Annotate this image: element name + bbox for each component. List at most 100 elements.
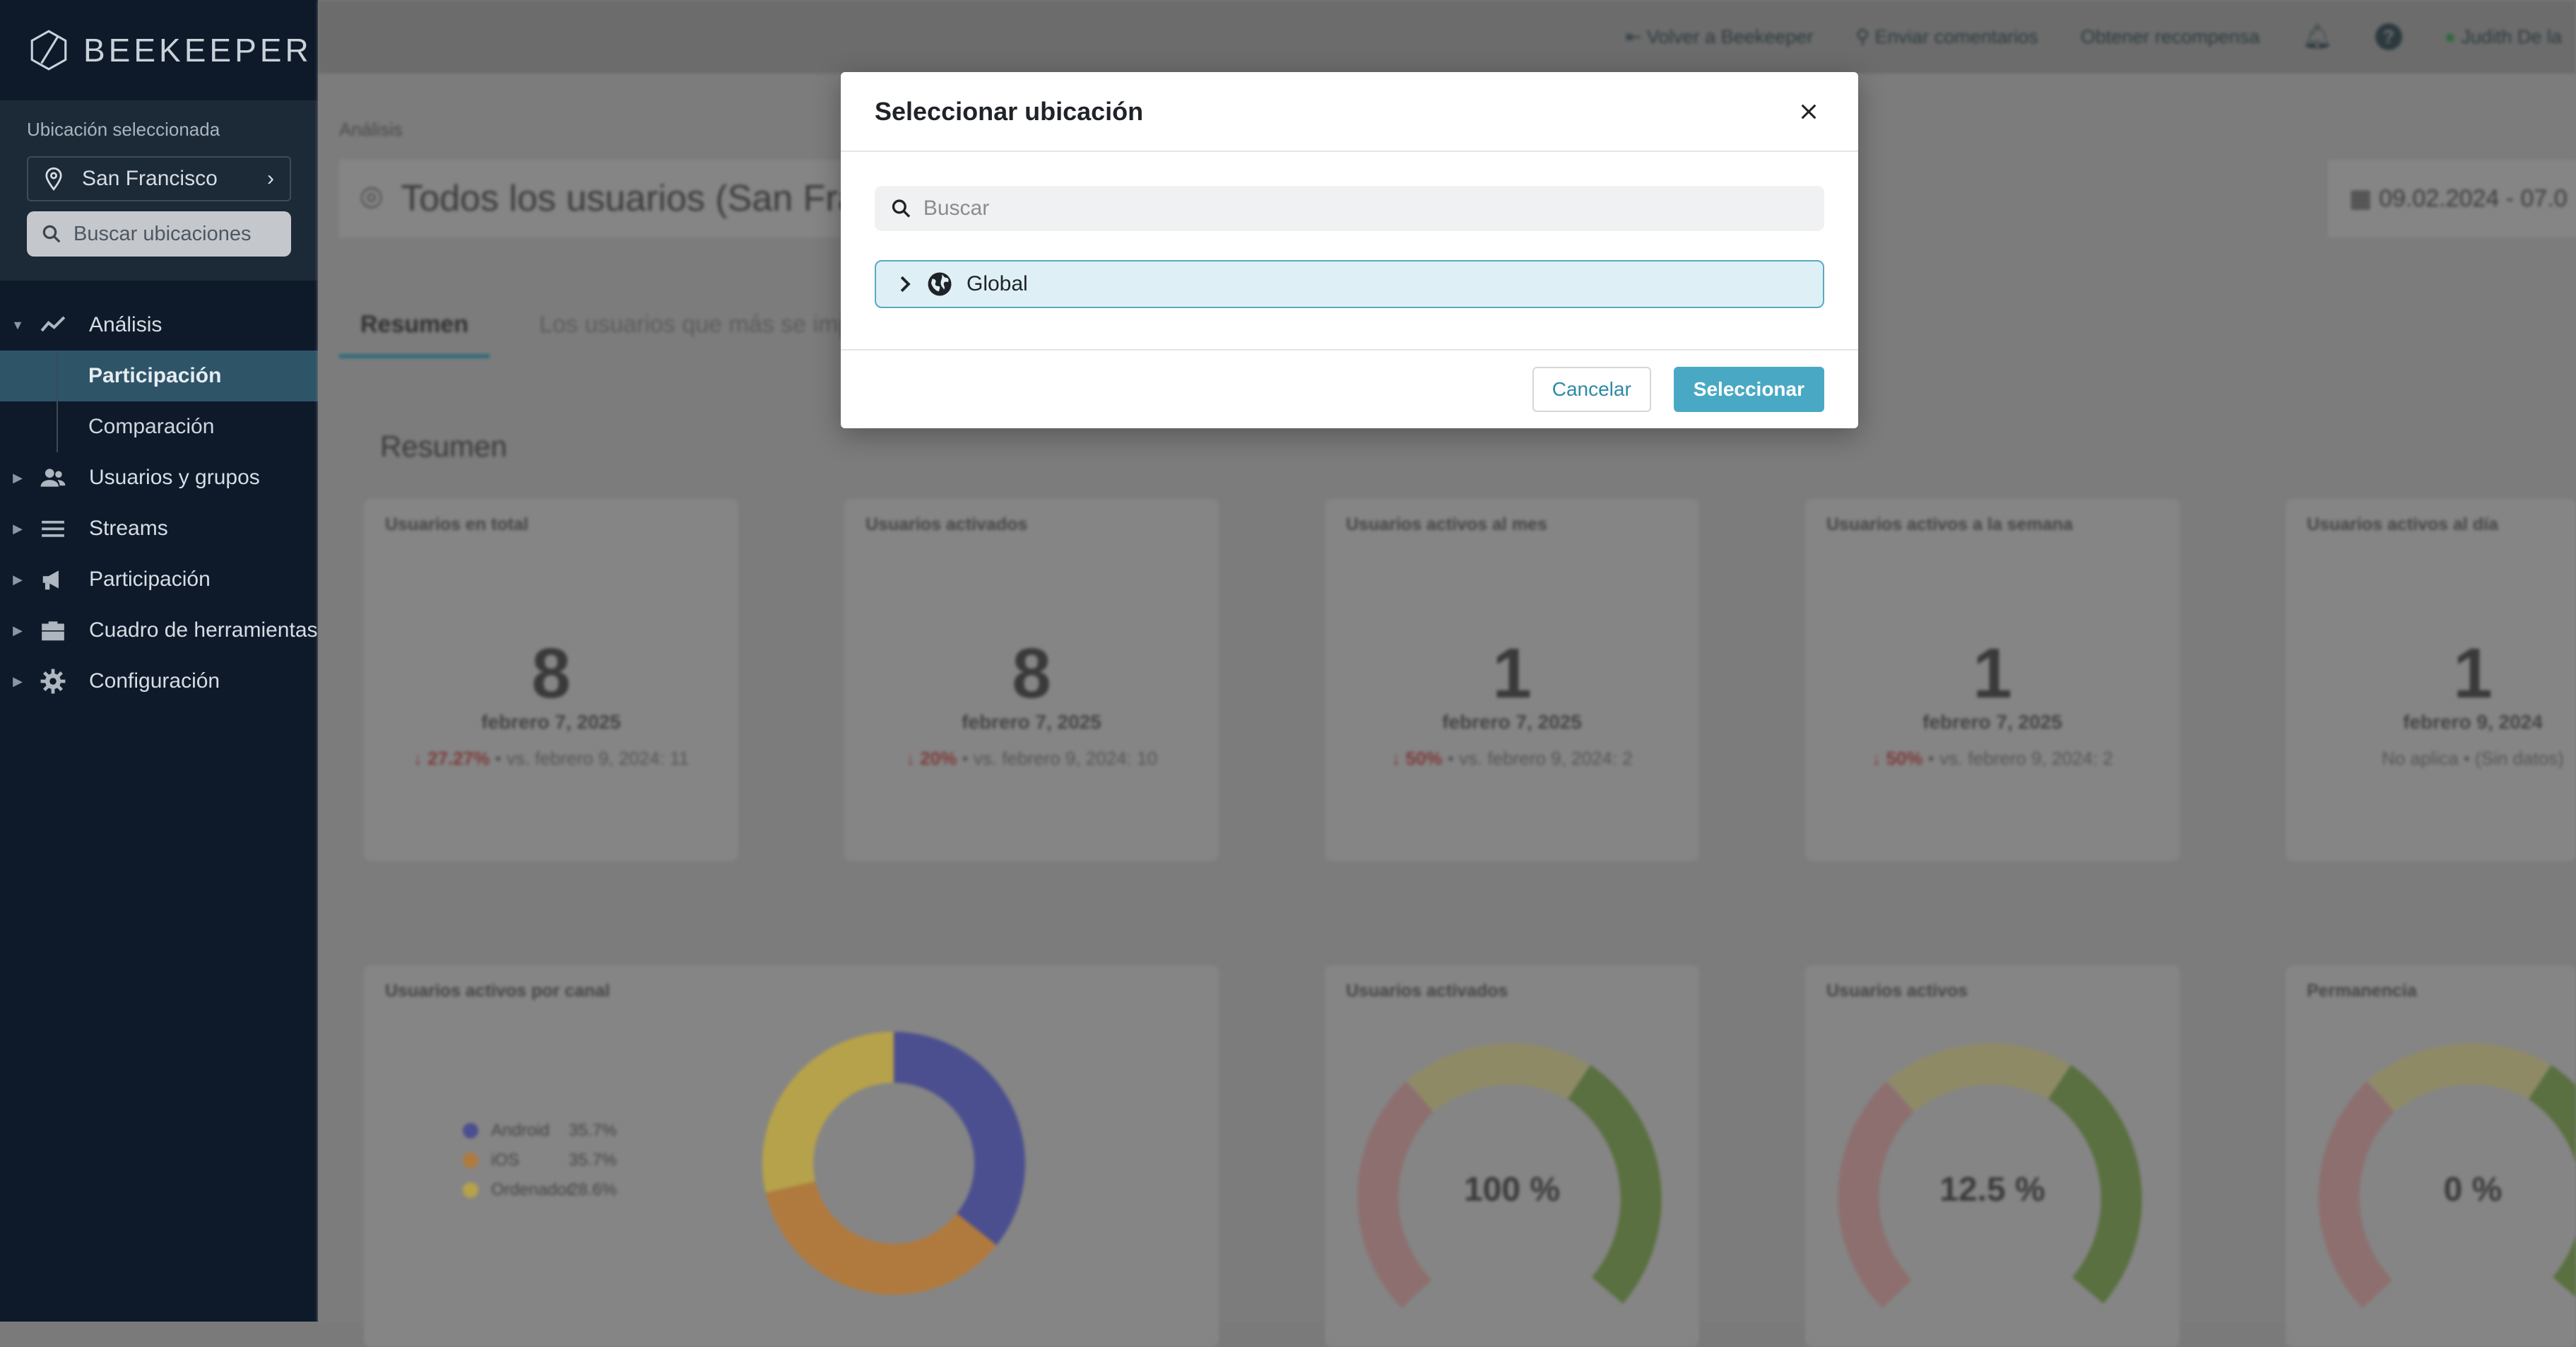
stat-date: febrero 7, 2025 <box>481 711 621 733</box>
sidebar-item-label: Streams <box>89 517 168 540</box>
sidebar-item-label: Usuarios y grupos <box>89 466 260 489</box>
chevron-right-icon[interactable] <box>897 275 913 293</box>
select-location-modal: Seleccionar ubicación Global Cancelar Se… <box>841 72 1858 428</box>
legend-swatch <box>463 1123 478 1139</box>
chart-title: Usuarios activos por canal <box>385 981 610 1001</box>
gauge-value: 100 % <box>1463 1171 1561 1208</box>
gauge-title: Permanencia <box>2307 981 2417 1001</box>
cancel-button[interactable]: Cancelar <box>1532 367 1651 412</box>
legend-item: Android 35.7% <box>463 1121 617 1141</box>
location-search-input[interactable]: Buscar ubicaciones <box>27 211 291 257</box>
breadcrumb[interactable]: Análisis <box>339 119 403 141</box>
donut-chart <box>762 1032 1025 1295</box>
location-search-input[interactable] <box>923 196 1809 220</box>
sidebar-subitem-comparacion[interactable]: Comparación <box>0 401 318 452</box>
tab-top-users[interactable]: Los usuarios que más se imp <box>518 311 873 358</box>
back-to-beekeeper-link[interactable]: ⇤ Volver a Beekeeper <box>1626 26 1814 48</box>
location-search-field <box>875 186 1824 231</box>
location-panel: Ubicación seleccionada San Francisco › B… <box>0 100 318 281</box>
location-value: San Francisco <box>82 167 218 190</box>
map-pin-icon <box>45 167 62 191</box>
stat-value: 1 <box>1492 634 1532 713</box>
search-icon <box>892 199 911 218</box>
stat-card: Usuarios activos a la semana 1 febrero 7… <box>1805 499 2180 861</box>
gauge-card: Usuarios activados 100 % <box>1325 965 1699 1347</box>
sidebar: BEEKEEPER Ubicación seleccionada San Fra… <box>0 0 318 1322</box>
tree-item-global[interactable]: Global <box>875 260 1824 308</box>
gear-icon <box>35 668 71 695</box>
close-button[interactable] <box>1793 96 1824 127</box>
stat-title: Usuarios en total <box>385 514 528 534</box>
sidebar-item-streams[interactable]: ▶ Streams <box>0 503 318 554</box>
legend-value: 35.7% <box>569 1121 618 1140</box>
brand-name: BEEKEEPER <box>83 32 312 69</box>
stat-value: 8 <box>1012 634 1051 713</box>
modal-title: Seleccionar ubicación <box>875 96 1144 126</box>
stat-date: febrero 7, 2025 <box>1922 711 2062 733</box>
stat-compare: ↓ 50% • vs. febrero 9, 2024: 2 <box>1872 748 2113 769</box>
date-range-value: 09.02.2024 - 07.0 <box>2379 184 2568 212</box>
stat-title: Usuarios activos a la semana <box>1826 514 2073 534</box>
caret-down-icon: ▼ <box>11 317 24 332</box>
logo[interactable]: BEEKEEPER <box>0 0 318 100</box>
gauge-title: Usuarios activados <box>1346 981 1508 1001</box>
help-icon[interactable]: ? <box>2375 23 2402 50</box>
stat-compare: ↓ 27.27% • vs. febrero 9, 2024: 11 <box>413 748 690 769</box>
gauge-card: Permanencia 0 % <box>2286 965 2576 1347</box>
gauge-title: Usuarios activos <box>1826 981 1968 1001</box>
sidebar-item-label: Comparación <box>88 415 215 438</box>
close-icon <box>1801 104 1816 119</box>
avatar-icon: ● <box>2444 25 2456 47</box>
tab-resumen[interactable]: Resumen <box>339 311 490 358</box>
location-label: Ubicación seleccionada <box>27 119 220 140</box>
tabs: Resumen Los usuarios que más se imp <box>339 311 873 358</box>
donut-slice-ios <box>765 1180 997 1295</box>
stat-compare: No aplica • (Sin datos) <box>2382 748 2564 769</box>
legend-swatch <box>463 1182 478 1198</box>
legend-label: Android <box>491 1121 550 1140</box>
modal-footer: Cancelar Seleccionar <box>841 349 1858 428</box>
sidebar-nav: ▼ Análisis Participación Comparación ▶ U… <box>0 300 318 707</box>
sidebar-item-herramientas[interactable]: ▶ Cuadro de herramientas <box>0 605 318 656</box>
menu-icon <box>35 515 71 542</box>
stat-compare: ↓ 20% • vs. febrero 9, 2024: 10 <box>905 748 1157 769</box>
sidebar-item-participacion[interactable]: ▶ Participación <box>0 554 318 605</box>
get-rewards-link[interactable]: Obtener recompensa <box>2081 26 2260 48</box>
gauge-value: 0 % <box>2443 1171 2503 1208</box>
stat-card: Usuarios activos al día 1 febrero 9, 202… <box>2286 499 2576 861</box>
channel-chart-card: Usuarios activos por canal Android 35.7%… <box>364 965 1219 1347</box>
location-selector[interactable]: San Francisco › <box>27 156 291 201</box>
select-button[interactable]: Seleccionar <box>1673 367 1824 412</box>
page-title: Todos los usuarios (San Fran <box>401 178 879 219</box>
gauge-card: Usuarios activos 12.5 % <box>1805 965 2180 1347</box>
sidebar-item-usuarios[interactable]: ▶ Usuarios y grupos <box>0 452 318 503</box>
app: BEEKEEPER Ubicación seleccionada San Fra… <box>0 0 2576 1347</box>
sidebar-item-label: Participación <box>89 567 211 591</box>
date-range-picker[interactable]: ▦ 09.02.2024 - 07.0 <box>2328 160 2576 237</box>
sidebar-subitem-participacion[interactable]: Participación <box>0 351 318 401</box>
legend-label: iOS <box>491 1151 520 1170</box>
tree-item-label: Global <box>967 272 1028 295</box>
chart-line-icon <box>35 312 71 339</box>
user-menu[interactable]: ● Judith De la <box>2445 26 2562 48</box>
stat-card: Usuarios activados 8 febrero 7, 2025 ↓ 2… <box>844 499 1219 861</box>
caret-right-icon: ▶ <box>13 521 23 536</box>
sidebar-item-configuracion[interactable]: ▶ Configuración <box>0 656 318 707</box>
chevron-right-icon: › <box>267 167 274 190</box>
stat-title: Usuarios activos al mes <box>1346 514 1547 534</box>
stat-date: febrero 9, 2024 <box>2403 711 2543 733</box>
caret-right-icon: ▶ <box>13 470 23 485</box>
bell-icon[interactable]: 🔔︎ <box>2302 23 2332 51</box>
section-title: Resumen <box>380 430 507 463</box>
legend-item: Ordenador 28.6% <box>463 1180 617 1200</box>
stat-date: febrero 7, 2025 <box>1442 711 1582 733</box>
stat-compare: ↓ 50% • vs. febrero 9, 2024: 2 <box>1391 748 1633 769</box>
toolbox-icon <box>35 617 71 644</box>
sidebar-item-label: Configuración <box>89 669 220 693</box>
modal-header: Seleccionar ubicación <box>841 72 1858 152</box>
sidebar-item-label: Análisis <box>89 313 163 336</box>
send-feedback-link[interactable]: ⚲ Enviar comentarios <box>1855 26 2038 48</box>
sidebar-item-label: Participación <box>88 364 222 387</box>
donut-slice-ordenador <box>762 1032 894 1193</box>
sidebar-item-analisis[interactable]: ▼ Análisis <box>0 300 318 351</box>
